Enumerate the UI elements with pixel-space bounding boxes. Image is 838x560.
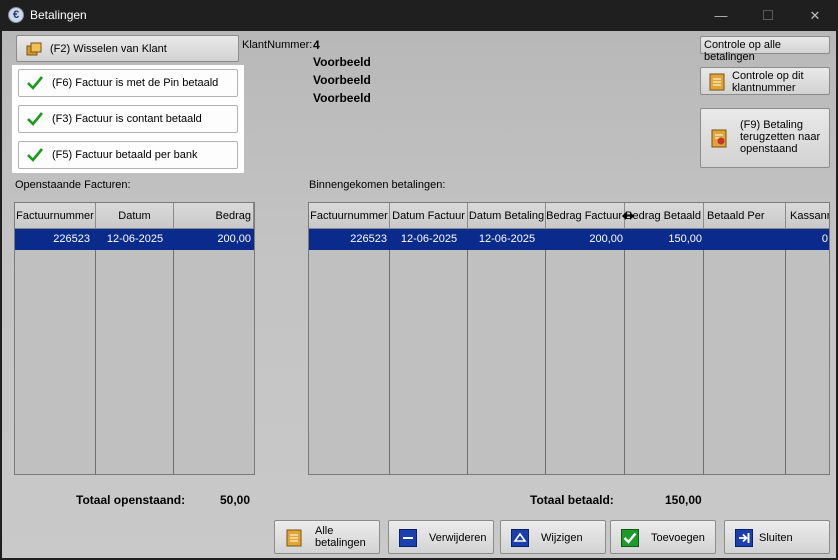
cell-datum-factuur: 12-06-2025 [400,233,458,245]
folders-icon [26,42,42,56]
controle-klant-button[interactable]: Controle op dit klantnummer [700,67,830,95]
client-line-2: Voorbeeld [313,73,371,87]
controle-klant-label: Controle op dit klantnummer [732,70,804,94]
controle-alle-label: Controle op alle betalingen [704,39,782,63]
total-paid-label: Totaal betaald: [530,493,614,507]
client-line-1: Voorbeeld [313,55,371,69]
total-open-value: 50,00 [220,493,251,507]
col-header-bedrag[interactable]: Bedrag [174,203,254,229]
bank-paid-button[interactable]: (F5) Factuur betaald per bank [18,141,238,169]
cash-paid-label: (F3) Factuur is contant betaald [52,113,202,125]
cell-datum-betaling: 12-06-2025 [478,233,536,245]
klantnummer-label: KlantNummer: [242,39,313,51]
cash-paid-button[interactable]: (F3) Factuur is contant betaald [18,105,238,133]
terugzetten-label: (F9) Betaling terugzetten naar openstaan… [740,119,821,155]
open-invoices-grid[interactable]: Factuurnummer Datum Bedrag 226523 12-06-… [14,202,255,475]
col-header-kassanr[interactable]: Kassanr [786,203,829,229]
wijzigen-button[interactable]: Wijzigen [500,520,606,554]
alle-betalingen-button[interactable]: Alle betalingen [274,520,380,554]
bank-paid-label: (F5) Factuur betaald per bank [52,149,198,161]
col-header-bedrag-factuur[interactable]: Bedrag Factuur [546,203,625,229]
client-line-3: Voorbeeld [313,91,371,105]
payments-grid[interactable]: Factuurnummer Datum Factuur Datum Betali… [308,202,830,475]
document-icon [709,73,725,91]
cell-bedrag-factuur: 200,00 [589,233,623,245]
cell-betaald-per [707,229,783,250]
wissel-klant-button[interactable]: (F2) Wisselen van Klant [16,35,239,62]
document-icon [286,529,302,547]
col-header-datum-betaling[interactable]: Datum Betaling [468,203,546,229]
verwijderen-button[interactable]: Verwijderen [388,520,494,554]
total-open-label: Totaal openstaand: [76,493,186,507]
cell-bedrag: 200,00 [217,233,251,245]
cell-factuurnummer: 226523 [53,233,90,245]
wijzigen-label: Wijzigen [541,532,583,544]
sluiten-button[interactable]: Sluiten [724,520,830,554]
client-area: (F2) Wisselen van Klant (F6) Factuur is … [2,31,836,558]
col-header-bedrag-betaald[interactable]: Bedrag Betaald [625,203,704,229]
close-icon[interactable]: ✕ [792,0,838,31]
maximize-icon[interactable] [745,0,791,31]
column-resize-cursor-icon [622,212,634,220]
title-bar: € Betalingen ― ✕ [0,0,838,31]
minimize-icon[interactable]: ― [698,0,744,31]
checkmark-icon [27,148,43,162]
alle-betalingen-label: Alle betalingen [315,525,366,549]
pin-paid-label: (F6) Factuur is met de Pin betaald [52,77,219,89]
pin-paid-button[interactable]: (F6) Factuur is met de Pin betaald [18,69,238,97]
verwijderen-label: Verwijderen [429,532,487,544]
betalingen-window: € Betalingen ― ✕ (F2) Wisselen van Klant… [0,0,838,560]
payments-title: Binnengekomen betalingen: [309,179,446,191]
wissel-klant-label: (F2) Wisselen van Klant [50,43,167,55]
minus-icon [399,529,417,547]
klantnummer-value: 4 [313,38,320,52]
document-revert-icon [711,129,727,148]
exit-door-icon [735,529,753,547]
total-paid-value: 150,00 [665,493,702,507]
toevoegen-label: Toevoegen [651,532,705,544]
col-header-factuurnummer[interactable]: Factuurnummer [15,203,96,229]
cell-factuurnummer: 226523 [350,233,387,245]
col-header-betaald-per[interactable]: Betaald Per [704,203,786,229]
sluiten-label: Sluiten [759,532,793,544]
cell-bedrag-betaald: 150,00 [668,233,702,245]
toevoegen-button[interactable]: Toevoegen [610,520,716,554]
checkmark-icon [27,112,43,126]
checkmark-icon [621,529,639,547]
triangle-up-icon [511,529,529,547]
col-header-factuurnummer[interactable]: Factuurnummer [309,203,390,229]
controle-alle-button[interactable]: Controle op alle betalingen [700,36,830,63]
col-header-datum-factuur[interactable]: Datum Factuur [390,203,468,229]
cell-datum: 12-06-2025 [106,233,164,245]
col-header-datum[interactable]: Datum [96,203,174,229]
cell-kassanr: 0 [821,233,828,245]
window-title: Betalingen [30,8,87,22]
open-invoices-title: Openstaande Facturen: [15,179,131,191]
terugzetten-button[interactable]: (F9) Betaling terugzetten naar openstaan… [700,108,830,168]
app-icon: € [8,7,24,23]
checkmark-icon [27,76,43,90]
